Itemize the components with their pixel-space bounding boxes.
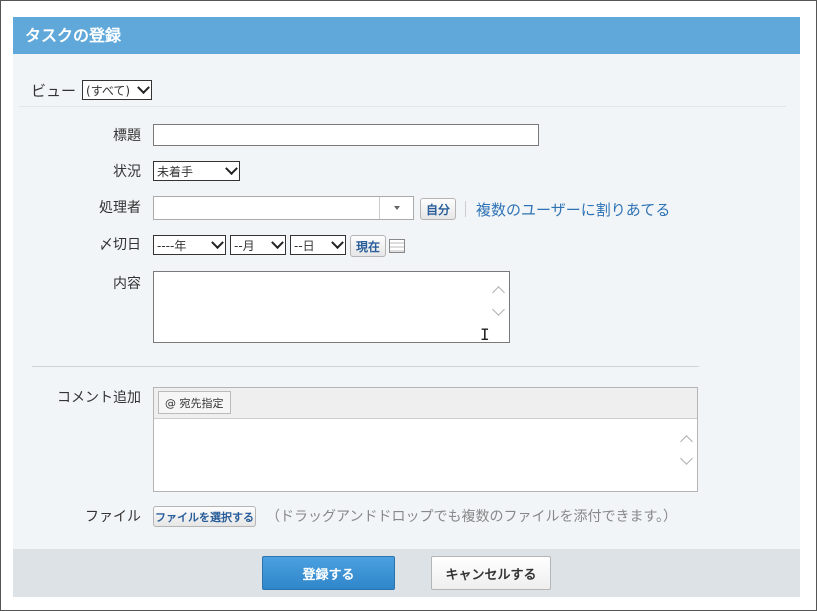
text-cursor-icon: I xyxy=(480,325,490,344)
chevron-down-icon xyxy=(269,237,285,253)
view-select-value: (すべて) xyxy=(86,83,131,98)
calendar-icon[interactable] xyxy=(389,239,405,253)
chevron-down-icon xyxy=(491,303,505,316)
comment-toolbar: @ 宛先指定 xyxy=(154,388,697,419)
form-footer: 登録する キャンセルする xyxy=(13,549,800,597)
assign-multiple-users-link[interactable]: 複数のユーザーに割りあてる xyxy=(476,199,670,220)
chevron-down-icon xyxy=(223,163,239,179)
content-textarea[interactable] xyxy=(153,271,510,343)
view-select[interactable]: (すべて) xyxy=(82,80,153,100)
comment-editor: @ 宛先指定 xyxy=(153,387,698,492)
mention-button[interactable]: @ 宛先指定 xyxy=(158,391,231,414)
status-select-value: 未着手 xyxy=(157,164,194,179)
comment-textarea[interactable] xyxy=(154,419,697,491)
subject-input[interactable] xyxy=(153,124,539,146)
select-file-button[interactable]: ファイルを選択する xyxy=(153,506,256,527)
page-title: タスクの登録 xyxy=(13,17,800,54)
comment-label: コメント追加 xyxy=(57,390,141,406)
self-assign-button[interactable]: 自分 xyxy=(420,198,456,220)
cancel-button[interactable]: キャンセルする xyxy=(431,556,551,590)
due-day-select[interactable]: --日 xyxy=(290,235,346,255)
chevron-down-icon xyxy=(135,82,151,98)
caret-down-icon xyxy=(393,206,400,210)
submit-button[interactable]: 登録する xyxy=(262,556,395,590)
view-selector-row: ビュー (すべて) xyxy=(31,79,153,101)
comment-scroll-arrows[interactable] xyxy=(679,435,693,465)
divider xyxy=(32,366,699,367)
textarea-scroll-arrows[interactable] xyxy=(491,286,505,316)
file-drop-hint: （ドラッグアンドドロップでも複数のファイルを添付できます。） xyxy=(266,509,678,525)
content-label: 内容 xyxy=(113,276,141,292)
divider xyxy=(19,106,786,107)
chevron-down-icon xyxy=(679,452,693,465)
chevron-up-icon xyxy=(679,435,693,448)
separator xyxy=(465,201,466,217)
task-form-panel: タスクの登録 ビュー (すべて) 標題 状況 未着手 処理者 自分 複数のユーザ… xyxy=(13,17,800,597)
file-label: ファイル xyxy=(85,509,141,525)
subject-label: 標題 xyxy=(113,128,141,144)
due-month-select[interactable]: --月 xyxy=(230,235,286,255)
chevron-down-icon xyxy=(329,237,345,253)
status-label: 状況 xyxy=(113,164,141,180)
due-year-select[interactable]: ----年 xyxy=(153,235,226,255)
assignee-dropdown-button[interactable] xyxy=(379,197,413,219)
assignee-combobox[interactable] xyxy=(153,196,414,220)
status-select[interactable]: 未着手 xyxy=(153,161,240,181)
assignee-label: 処理者 xyxy=(99,200,141,216)
now-button[interactable]: 現在 xyxy=(350,235,386,257)
due-date-label: 〆切日 xyxy=(99,237,141,253)
view-label: ビュー xyxy=(31,81,77,100)
chevron-down-icon xyxy=(209,237,225,253)
chevron-up-icon xyxy=(491,286,505,299)
